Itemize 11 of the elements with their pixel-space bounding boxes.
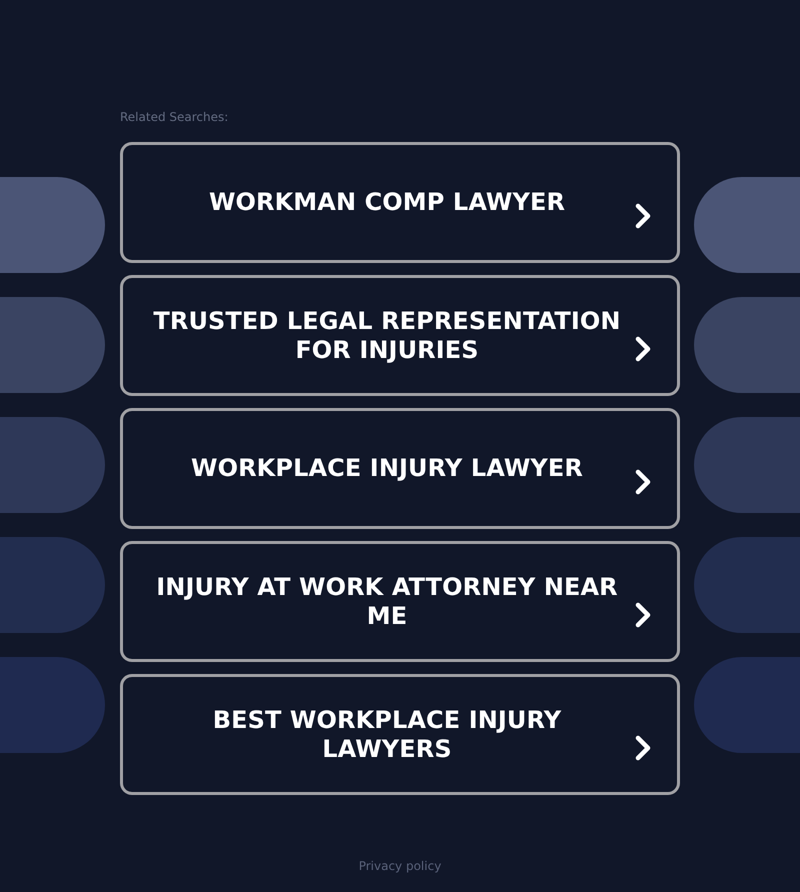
chevron-right-icon <box>635 734 651 760</box>
related-search-link[interactable]: BEST WORKPLACE INJURY LAWYERS <box>120 674 680 795</box>
related-search-link[interactable]: TRUSTED LEGAL REPRESENTATION FOR INJURIES <box>120 275 680 396</box>
chevron-right-icon <box>635 468 651 494</box>
related-search-link[interactable]: WORKMAN COMP LAWYER <box>120 142 680 263</box>
related-search-link[interactable]: WORKPLACE INJURY LAWYER <box>120 408 680 529</box>
related-searches-heading: Related Searches: <box>120 110 228 125</box>
chevron-right-icon <box>635 336 651 362</box>
chevron-right-icon <box>635 602 651 628</box>
chevron-right-icon <box>635 202 651 228</box>
related-search-link[interactable]: INJURY AT WORK ATTORNEY NEAR ME <box>120 541 680 662</box>
